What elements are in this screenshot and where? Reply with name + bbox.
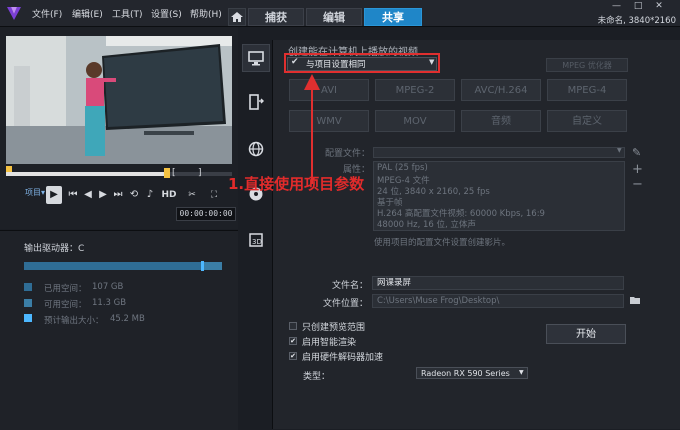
tab-share[interactable]: 共享: [364, 8, 422, 26]
video-frame-image: [6, 36, 232, 164]
menu-settings[interactable]: 设置(S): [151, 7, 182, 20]
location-label: 文件位置：: [322, 299, 368, 309]
format-wmv-button[interactable]: WMV: [289, 110, 369, 132]
next-frame-icon[interactable]: ▶: [97, 186, 109, 204]
computer-icon[interactable]: [246, 48, 266, 68]
output-size-swatch: [24, 314, 32, 322]
disk-usage-used: [24, 262, 202, 270]
enlarge-icon[interactable]: ⛶: [204, 186, 224, 204]
scrubber-selection: [6, 172, 166, 176]
tab-capture[interactable]: 捕获: [248, 8, 304, 26]
output-size-label: 预计输出大小：: [44, 316, 104, 326]
edit-profile-icon[interactable]: ✎: [632, 146, 641, 159]
web-globe-icon[interactable]: [246, 139, 266, 159]
type-label: 类型：: [303, 372, 331, 382]
play-button[interactable]: ▶: [46, 186, 62, 204]
go-to-end-icon[interactable]: ⏭: [112, 186, 124, 204]
menu-tools[interactable]: 工具(T): [112, 7, 143, 20]
format-mpeg4-button[interactable]: MPEG-4: [547, 79, 627, 101]
annotation-highlight-box: [284, 53, 440, 73]
timecode-display[interactable]: 00:00:00:00: [176, 207, 236, 221]
smart-render-label: 启用智能渲染: [302, 338, 357, 348]
drive-info-panel: [0, 230, 238, 430]
menu-help[interactable]: 帮助(H): [190, 7, 222, 20]
trim-bracket-icon[interactable]: [: [172, 168, 176, 178]
format-custom-button[interactable]: 自定义: [547, 110, 627, 132]
profile-dropdown[interactable]: [373, 147, 625, 158]
trim-bracket-end-icon[interactable]: ]: [198, 168, 202, 178]
free-space-swatch: [24, 299, 32, 307]
split-clip-icon[interactable]: ✂: [182, 186, 202, 204]
mpeg-optimizer-button[interactable]: MPEG 优化器: [546, 58, 628, 72]
close-button[interactable]: ✕: [655, 1, 663, 11]
used-space-value: 107 GB: [92, 282, 124, 292]
profile-chevron-down-icon: ▼: [617, 147, 622, 154]
device-icon[interactable]: [246, 92, 266, 112]
app-logo-icon: [7, 7, 21, 20]
repeat-icon[interactable]: ⟲: [127, 186, 141, 204]
minimize-button[interactable]: —: [612, 1, 621, 11]
disk-usage-output: [201, 261, 204, 271]
hw-decoder-checkbox[interactable]: ✔: [289, 352, 297, 360]
annotation-arrow: [311, 88, 313, 184]
add-profile-icon[interactable]: +: [632, 162, 643, 177]
tab-edit[interactable]: 编辑: [306, 8, 362, 26]
gpu-chevron-down-icon: ▼: [519, 369, 524, 376]
preview-range-label: 只创建预览范围: [302, 323, 366, 333]
free-space-value: 11.3 GB: [92, 298, 127, 308]
used-space-label: 已用空间：: [44, 284, 87, 294]
hw-decoder-label: 启用硬件解码器加速: [302, 353, 384, 363]
property-line: PAL (25 fps): [377, 163, 428, 173]
previous-frame-icon[interactable]: ◀: [82, 186, 94, 204]
gpu-type-dropdown[interactable]: Radeon RX 590 Series: [416, 367, 528, 379]
property-line: 48000 Hz, 16 位, 立体声: [377, 220, 476, 230]
hd-toggle[interactable]: HD: [161, 186, 177, 204]
format-avi-button[interactable]: AVI: [289, 79, 369, 101]
go-to-start-icon[interactable]: ⏮: [67, 186, 79, 204]
home-button[interactable]: [228, 8, 246, 26]
file-location-input[interactable]: C:\Users\Muse Frog\Desktop\: [372, 294, 624, 308]
remove-profile-icon[interactable]: −: [632, 177, 643, 192]
format-mov-button[interactable]: MOV: [375, 110, 455, 132]
filename-input[interactable]: 网课录屏: [372, 276, 624, 290]
format-avc-button[interactable]: AVC/H.264: [461, 79, 541, 101]
video-preview[interactable]: [6, 36, 232, 164]
annotation-text: 1.直接使用项目参数: [228, 175, 365, 193]
used-space-swatch: [24, 283, 32, 291]
maximize-button[interactable]: □: [634, 1, 643, 11]
3d-export-icon[interactable]: 3D: [246, 230, 266, 250]
playback-controls: ▶ ⏮ ◀ ▶ ⏭ ⟲ ♪ HD ✂ ⛶: [6, 186, 234, 206]
output-drive-label: 输出驱动器：C: [24, 244, 85, 254]
filename-label: 文件名：: [331, 281, 368, 291]
home-icon: [231, 12, 243, 22]
volume-icon[interactable]: ♪: [143, 186, 157, 204]
menu-file[interactable]: 文件(F): [32, 7, 62, 20]
preview-range-checkbox[interactable]: [289, 322, 297, 330]
format-mpeg2-button[interactable]: MPEG-2: [375, 79, 455, 101]
start-button[interactable]: 开始: [546, 324, 626, 344]
window-controls: — □ ✕: [612, 1, 663, 11]
browse-folder-icon[interactable]: [629, 294, 641, 309]
format-audio-button[interactable]: 音频: [461, 110, 541, 132]
smart-render-checkbox[interactable]: ✔: [289, 337, 297, 345]
mark-out-marker-icon[interactable]: [164, 168, 170, 178]
svg-text:3D: 3D: [252, 238, 262, 246]
free-space-label: 可用空间：: [44, 300, 87, 310]
project-info: 未命名, 3840*2160: [597, 16, 676, 26]
properties-note: 使用项目的配置文件设置创建影片。: [374, 238, 511, 248]
menu-edit[interactable]: 编辑(E): [72, 7, 103, 20]
output-size-value: 45.2 MB: [110, 314, 145, 324]
